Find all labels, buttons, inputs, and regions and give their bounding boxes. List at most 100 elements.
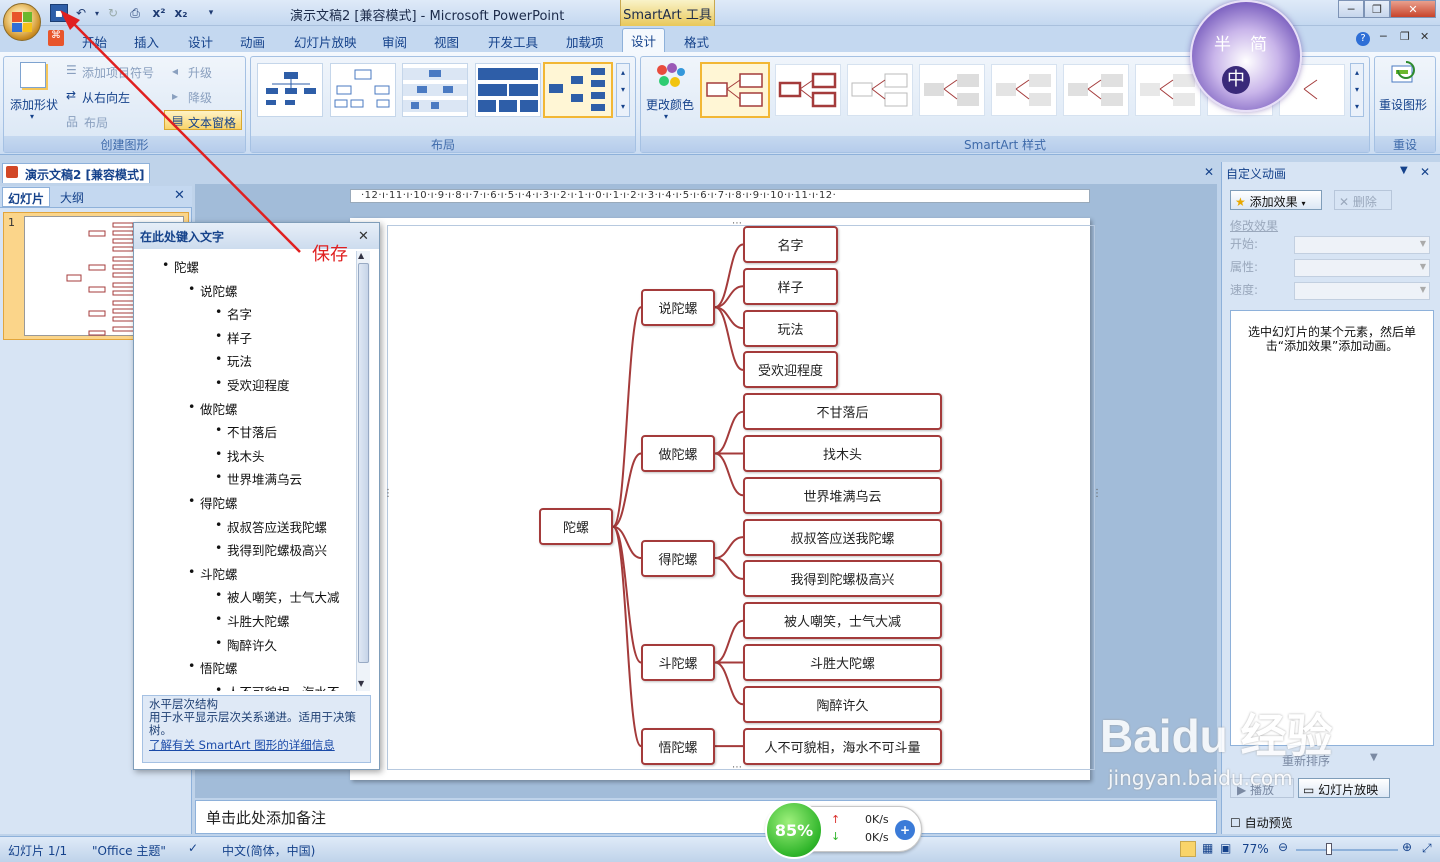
language-indicator[interactable]: 中文(简体，中国) xyxy=(222,842,315,859)
diagram-root-node[interactable]: 陀螺 xyxy=(539,508,613,546)
add-shape-icon[interactable] xyxy=(20,62,46,88)
slides-pane-close-icon[interactable]: ✕ xyxy=(174,188,185,203)
style-option-4[interactable] xyxy=(919,64,985,116)
scroll-up-icon[interactable]: ▲ xyxy=(358,251,364,260)
text-pane-branch-item[interactable]: 说陀螺 xyxy=(188,281,237,300)
style-option-7[interactable] xyxy=(1135,64,1201,116)
diagram-branch-node[interactable]: 斗陀螺 xyxy=(641,644,715,681)
text-pane-leaf-item[interactable]: 叔叔答应送我陀螺 xyxy=(215,517,327,536)
superscript-icon[interactable]: x² xyxy=(150,4,168,22)
text-pane-branch-item[interactable]: 做陀螺 xyxy=(188,399,237,418)
delete-button[interactable]: ✕ 删除 xyxy=(1334,190,1392,210)
text-pane-leaf-item[interactable]: 受欢迎程度 xyxy=(215,375,289,394)
layout-labeled-hierarchy[interactable] xyxy=(402,63,468,117)
zoom-slider[interactable] xyxy=(1296,849,1398,851)
office-button[interactable] xyxy=(3,3,41,41)
tab-developer[interactable]: 开发工具 xyxy=(480,30,546,50)
diagram-leaf-node[interactable]: 世界堆满乌云 xyxy=(743,476,942,514)
pane-close-icon[interactable]: ✕ xyxy=(1420,165,1430,179)
close-button[interactable]: ✕ xyxy=(1390,0,1436,18)
scroll-down-icon[interactable]: ▼ xyxy=(358,679,364,688)
text-pane-leaf-item[interactable]: 我得到陀螺极高兴 xyxy=(215,540,327,559)
tab-addins[interactable]: 加载项 xyxy=(558,30,612,50)
autopreview-checkbox[interactable]: ☐ 自动预览 xyxy=(1230,814,1293,831)
diagram-leaf-node[interactable]: 斗胜大陀螺 xyxy=(743,644,942,681)
doc-minimize-icon[interactable]: ─ xyxy=(1380,30,1387,43)
diagram-leaf-node[interactable]: 我得到陀螺极高兴 xyxy=(743,560,942,598)
speed-select[interactable]: ▼ xyxy=(1294,282,1430,300)
tab-smartart-design[interactable]: 设计 xyxy=(622,28,666,52)
maximize-button[interactable]: ❐ xyxy=(1364,0,1390,18)
layout-table-hierarchy[interactable] xyxy=(475,63,541,117)
tab-outline[interactable]: 大纲 xyxy=(60,189,84,206)
text-pane-leaf-item[interactable]: 样子 xyxy=(215,328,252,347)
tab-home[interactable]: 开始 xyxy=(74,30,115,50)
layout-gallery-scroll[interactable]: ▴ ▾ ▾ xyxy=(616,63,630,117)
text-pane-leaf-item[interactable]: 人不可貌相，海水不 xyxy=(215,682,339,691)
text-pane-branch-item[interactable]: 斗陀螺 xyxy=(188,564,237,583)
change-colors-dropdown-icon[interactable]: ▾ xyxy=(664,112,668,121)
text-pane-leaf-item[interactable]: 名字 xyxy=(215,304,252,323)
network-speed-widget[interactable]: 85% ↑ ↓ 0K/s 0K/s + xyxy=(765,801,922,859)
text-pane-list[interactable]: 陀螺说陀螺名字样子玩法受欢迎程度做陀螺不甘落后找木头世界堆满乌云得陀螺叔叔答应送… xyxy=(144,251,356,691)
doc-close-icon[interactable]: ✕ xyxy=(1420,30,1429,43)
diagram-branch-node[interactable]: 做陀螺 xyxy=(641,435,715,472)
diagram-leaf-node[interactable]: 陶醉许久 xyxy=(743,685,942,723)
text-pane-root-item[interactable]: 陀螺 xyxy=(162,257,199,276)
diagram-leaf-node[interactable]: 叔叔答应送我陀螺 xyxy=(743,518,942,556)
fit-window-icon[interactable]: ⤢ xyxy=(1422,841,1432,856)
frame-handle-top-icon[interactable]: ⋯ xyxy=(732,218,742,229)
diagram-branch-node[interactable]: 说陀螺 xyxy=(641,288,715,326)
text-pane-leaf-item[interactable]: 玩法 xyxy=(215,351,252,370)
text-pane-branch-item[interactable]: 得陀螺 xyxy=(188,493,237,512)
tab-review[interactable]: 审阅 xyxy=(374,30,415,50)
subscript-icon[interactable]: x₂ xyxy=(172,4,190,22)
text-pane-close-icon[interactable]: ✕ xyxy=(358,229,369,244)
zoom-slider-thumb[interactable] xyxy=(1326,843,1332,855)
addin-icon[interactable]: ⌘ xyxy=(48,30,64,46)
animation-list[interactable]: 选中幻灯片的某个元素，然后单击“添加效果”添加动画。 xyxy=(1230,310,1434,746)
styles-gallery-scroll[interactable]: ▴ ▾ ▾ xyxy=(1350,63,1364,117)
tab-slideshow[interactable]: 幻灯片放映 xyxy=(286,30,365,50)
save-icon[interactable]: ▪ xyxy=(50,4,68,22)
style-option-2[interactable] xyxy=(775,64,841,116)
smartart-frame[interactable]: 陀螺 说陀螺 名字 样子 玩法 受欢迎程度 做陀螺 不甘落后 找木头 世界堆满乌云 得陀螺 叔叔答应送… xyxy=(387,225,1095,770)
change-colors-icon[interactable] xyxy=(654,62,686,92)
start-select[interactable]: ▼ xyxy=(1294,236,1430,254)
property-select[interactable]: ▼ xyxy=(1294,259,1430,277)
reset-graphic-icon[interactable] xyxy=(1388,60,1418,88)
style-option-3[interactable] xyxy=(847,64,913,116)
layout-button[interactable]: 布局 xyxy=(84,114,108,131)
scroll-thumb[interactable] xyxy=(358,263,369,663)
sorter-view-icon[interactable]: ▦ xyxy=(1202,841,1213,855)
text-pane-leaf-item[interactable]: 世界堆满乌云 xyxy=(215,469,302,488)
frame-handle-bottom-icon[interactable]: ⋯ xyxy=(732,762,742,773)
help-icon[interactable]: ? xyxy=(1356,32,1370,46)
smartart-info-link[interactable]: 了解有关 SmartArt 图形的详细信息 xyxy=(149,739,364,752)
add-shape-button[interactable]: 添加形状 xyxy=(10,96,58,113)
document-close-icon[interactable]: ✕ xyxy=(1204,165,1214,179)
diagram-leaf-node[interactable]: 被人嘲笑，士气大减 xyxy=(743,602,942,640)
text-pane-leaf-item[interactable]: 斗胜大陀螺 xyxy=(215,611,289,630)
zoom-percent[interactable]: 77% xyxy=(1242,842,1269,856)
pane-dropdown-icon[interactable]: ▼ xyxy=(1400,165,1408,176)
tab-slides[interactable]: 幻灯片 xyxy=(2,187,50,207)
minimize-button[interactable]: ─ xyxy=(1338,0,1364,18)
text-pane-leaf-item[interactable]: 找木头 xyxy=(215,446,264,465)
demote-button[interactable]: 降级 xyxy=(188,89,212,106)
diagram-leaf-node[interactable]: 样子 xyxy=(743,267,838,305)
reset-graphic-button[interactable]: 重设图形 xyxy=(1379,96,1427,113)
tab-view[interactable]: 视图 xyxy=(426,30,467,50)
move-down-icon[interactable]: ▼ xyxy=(1370,752,1378,763)
zoom-in-icon[interactable]: ⊕ xyxy=(1402,840,1412,854)
print-preview-icon[interactable]: ⎙ xyxy=(126,4,144,22)
diagram-leaf-node[interactable]: 不甘落后 xyxy=(743,393,942,431)
text-pane-leaf-item[interactable]: 被人嘲笑，士气大减 xyxy=(215,587,339,606)
tab-design[interactable]: 设计 xyxy=(180,30,221,50)
text-pane-leaf-item[interactable]: 不甘落后 xyxy=(215,422,277,441)
diagram-leaf-node[interactable]: 玩法 xyxy=(743,309,838,347)
diagram-branch-node[interactable]: 得陀螺 xyxy=(641,539,715,577)
zoom-out-icon[interactable]: ⊖ xyxy=(1278,840,1288,854)
spellcheck-icon[interactable]: ✓ xyxy=(188,841,198,855)
text-pane-leaf-item[interactable]: 陶醉许久 xyxy=(215,635,277,654)
